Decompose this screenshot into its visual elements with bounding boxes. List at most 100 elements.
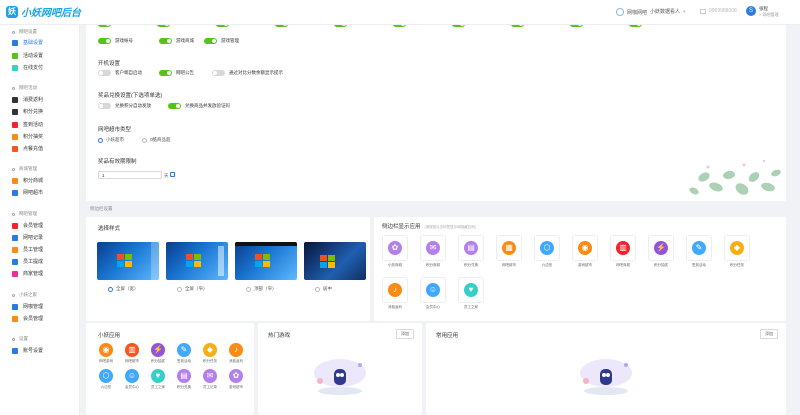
sidebar-item-records[interactable]: 网吧记录 [12,234,43,241]
sidebar-item-points-mall[interactable]: 积分商城 [12,177,43,184]
sidebar-item-activity-settings[interactable]: 活动设置 [12,52,43,59]
app-tile[interactable]: ☺ 会员中心 [120,369,144,390]
app-label: 员工记录 [203,385,217,389]
toggle-game-account[interactable]: 游戏帐号 [98,38,133,44]
app-tile[interactable]: ✎ 签到活动 [686,235,712,268]
radio-style-top[interactable]: 顶部（窄） [246,286,277,292]
radio-other-market[interactable]: 0酷商品超 [142,137,171,143]
app-icon: ✿ [229,369,243,383]
sidebar-item-online-pay[interactable]: 在线支付 [12,64,43,71]
app-tile[interactable]: ◆ 积分任务 [724,235,750,268]
logo[interactable]: 妖 小妖网吧后台 [6,4,81,19]
app-tile[interactable]: ✉ 积分商城 [420,235,446,268]
hot-games-add-button[interactable]: 添加 [396,329,414,339]
radio-xiaoyao-market[interactable]: 小妖超市 [98,137,124,143]
toggle-switch[interactable] [629,25,642,27]
calendar-icon[interactable] [170,172,175,177]
app-tile[interactable]: ⚡ 积分抽奖 [648,235,674,268]
app-tile[interactable]: ✿ 游戏超市 [224,369,248,390]
sidebar-item-supermarket[interactable]: 网吧超市 [12,189,43,196]
radio-dot[interactable] [177,286,182,292]
radio-dot[interactable] [315,286,320,292]
toggle-switch[interactable] [511,25,524,27]
app-tile[interactable]: ♪ 消费返利 [382,277,408,310]
toggle-switch[interactable] [98,70,111,76]
toggle-autostart[interactable]: 客户端自启动 [98,70,142,76]
toggle-switch[interactable] [159,38,172,44]
app-tile[interactable]: ◉ 游戏超市 [572,235,598,268]
toggle-game-mall[interactable]: 游戏商城 [159,38,194,44]
sidebar-item-rebate[interactable]: 消费返利 [12,96,43,103]
app-tile[interactable]: ◆ 积分任务 [198,343,222,364]
radio-style-narrow[interactable]: 全屏（窄） [177,286,208,292]
sidebar-item-staff[interactable]: 员工管理 [12,246,43,253]
toggle-switch[interactable] [570,25,583,27]
sidebar-item-lottery[interactable]: 积分抽奖 [12,133,43,140]
sidebar-item-checkin[interactable]: 签到活动 [12,121,43,128]
app-tile[interactable]: ▤ 积分兑换 [458,235,484,268]
user-menu[interactable]: S [746,6,756,16]
radio-style-wide[interactable]: 全屏（宽） [108,286,139,292]
app-tile[interactable]: ✎ 签到活动 [172,343,196,364]
cafe-icon [616,8,624,16]
sidebar-item-points-exchange[interactable]: 积分兑换 [12,108,43,115]
app-tile[interactable]: ♪ 消费返利 [224,343,248,364]
sidebar-item-members[interactable]: 会员管理 [12,222,43,229]
sidebar-item-commission[interactable]: 员工提成 [12,258,43,265]
radio-dot[interactable] [108,286,113,292]
toggle-switch[interactable] [98,103,111,109]
sidebar-item-basic-settings[interactable]: 基础设置 [12,39,43,46]
toggle-game-manage[interactable]: 游戏管理 [204,38,239,44]
toggle-switch[interactable] [159,70,172,76]
logo-text: 小妖网吧后台 [21,8,81,19]
toggle-announcement[interactable]: 网吧公告 [159,70,194,76]
wallpaper-wide-fullscreen[interactable] [97,242,159,280]
app-tile[interactable]: ⬡ 六边形 [534,235,560,268]
toggle-verify-code[interactable]: 兑换商品并发放验证码 [168,103,230,109]
app-tile[interactable]: ♥ 员工之家 [458,277,484,310]
app-tile[interactable]: ✉ 员工记录 [198,369,222,390]
app-tile[interactable]: ▤ 积分兑换 [172,369,196,390]
wallpaper-narrow-fullscreen[interactable] [166,242,228,280]
header-data-item[interactable]: 小妖数据看人 ▾ [650,8,686,16]
app-tile[interactable]: ☺ 会员中心 [420,277,446,310]
toggle-switch[interactable] [98,25,111,27]
toggle-switch[interactable] [452,25,465,27]
expire-days-input[interactable]: 1 [98,171,162,179]
toggle-switch[interactable] [168,103,181,109]
radio-style-center[interactable]: 居中 [315,286,332,292]
toggle-switch[interactable] [275,25,288,27]
sidebar-item-order-recharge[interactable]: 点餐充值 [12,145,43,152]
radio-dot[interactable] [246,286,251,292]
toggle-balance-tip[interactable]: 通过对比分数余额显示提示 [212,70,283,76]
radio-dot[interactable] [98,137,103,143]
app-tile[interactable]: ▥ 网吧商城 [610,235,636,268]
wallpaper-center[interactable] [304,242,366,280]
app-tile[interactable]: ▥ 网吧超市 [120,343,144,364]
sidebar-item-merchants[interactable]: 商家管理 [12,270,43,277]
app-tile[interactable]: ▦ 网吧超市 [496,235,522,268]
sidebar-item-account-settings[interactable]: 账号设置 [12,347,43,354]
toggle-switch[interactable] [98,38,111,44]
small-apps-panel: 小妖应用 ◉ 网吧游戏 ▥ 网吧超市 ⚡ 积分抽奖 ✎ 签到活动 ◆ 积分任务 ♪ 消费返利 ⬡ 六边形 ☺… [86,323,254,415]
app-tile[interactable]: ⚡ 积分抽奖 [146,343,170,364]
radio-dot[interactable] [142,137,147,143]
sidebar-item-member-manage[interactable]: 会员管理 [12,315,43,322]
wallpaper-top-narrow[interactable] [235,242,297,280]
recharge-icon [12,145,18,152]
toggle-switch[interactable] [393,25,406,27]
toggle-switch[interactable] [157,25,170,27]
sidebar-item-cafe-manage[interactable]: 网咖管理 [12,303,43,310]
toggle-switch[interactable] [212,70,225,76]
toggle-switch[interactable] [216,25,229,27]
common-apps-add-button[interactable]: 添加 [760,329,778,339]
toggle-auto-points[interactable]: 兑换积分自动发放 [98,103,151,109]
app-tile[interactable]: ⬡ 六边形 [94,369,118,390]
toggle-switch[interactable] [334,25,347,27]
app-tile[interactable]: ♥ 员工之家 [146,369,170,390]
header-phone-item[interactable]: 9969988008 [700,8,737,14]
app-tile[interactable]: ◉ 网吧游戏 [94,343,118,364]
app-tile[interactable]: ✿ 小妖商城 [382,235,408,268]
toggle-switch[interactable] [204,38,217,44]
header-cafe-item[interactable]: 网咖网吧 [616,8,647,16]
